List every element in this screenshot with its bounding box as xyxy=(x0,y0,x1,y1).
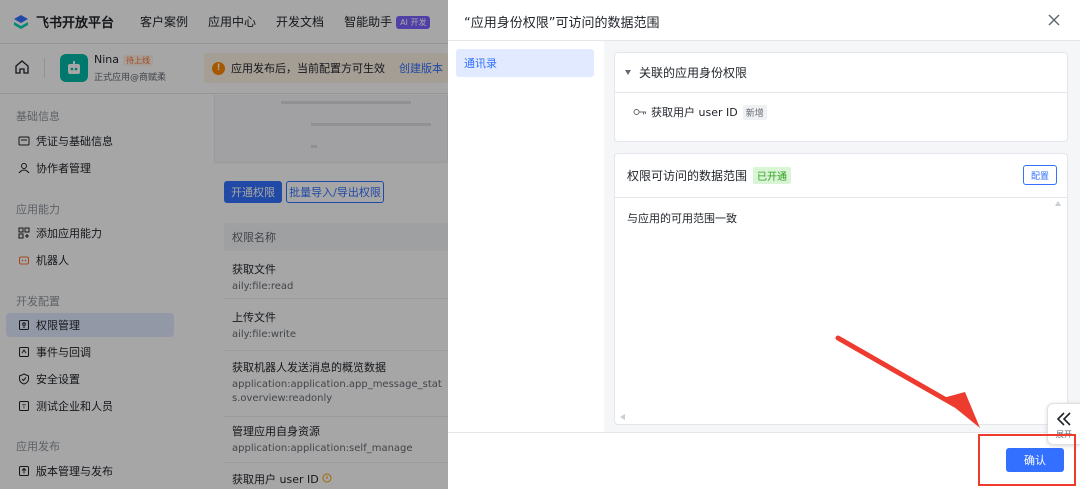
data-scope-value: 与应用的可用范围一致 xyxy=(627,212,737,225)
caret-down-icon xyxy=(625,70,631,75)
modal-overlay[interactable] xyxy=(0,0,448,489)
data-scope-drawer: “应用身份权限”可访问的数据范围 通讯录 关联的应用身份权限 获取用户 user… xyxy=(448,0,1080,489)
highlight-box xyxy=(978,434,1076,486)
related-permissions-header[interactable]: 关联的应用身份权限 xyxy=(615,53,1067,93)
horizontal-scrollbar[interactable] xyxy=(619,414,1059,420)
drawer-nav: 通讯录 xyxy=(448,41,604,433)
close-icon[interactable] xyxy=(1046,12,1062,28)
vertical-scrollbar[interactable] xyxy=(1055,200,1061,410)
data-scope-card: 权限可访问的数据范围 已开通 配置 与应用的可用范围一致 xyxy=(614,153,1068,425)
double-chevron-left-icon xyxy=(1056,412,1071,426)
data-scope-header: 权限可访问的数据范围 已开通 配置 xyxy=(615,154,1067,198)
permission-name: 获取用户 user ID xyxy=(651,106,738,119)
key-icon xyxy=(633,109,646,115)
related-permissions-title: 关联的应用身份权限 xyxy=(639,66,748,80)
configure-button[interactable]: 配置 xyxy=(1023,165,1057,185)
new-tag: 新增 xyxy=(742,104,767,120)
data-scope-title: 权限可访问的数据范围 xyxy=(627,169,748,183)
nav-item-contacts[interactable]: 通讯录 xyxy=(456,49,594,77)
related-permission-item: 获取用户 user ID 新增 xyxy=(633,104,767,120)
enabled-status-badge: 已开通 xyxy=(753,167,792,184)
drawer-title: “应用身份权限”可访问的数据范围 xyxy=(464,16,660,31)
drawer-body: 通讯录 关联的应用身份权限 获取用户 user ID 新增 权限可访问的数据范围… xyxy=(448,40,1080,433)
related-permissions-card: 关联的应用身份权限 获取用户 user ID 新增 xyxy=(614,52,1068,142)
